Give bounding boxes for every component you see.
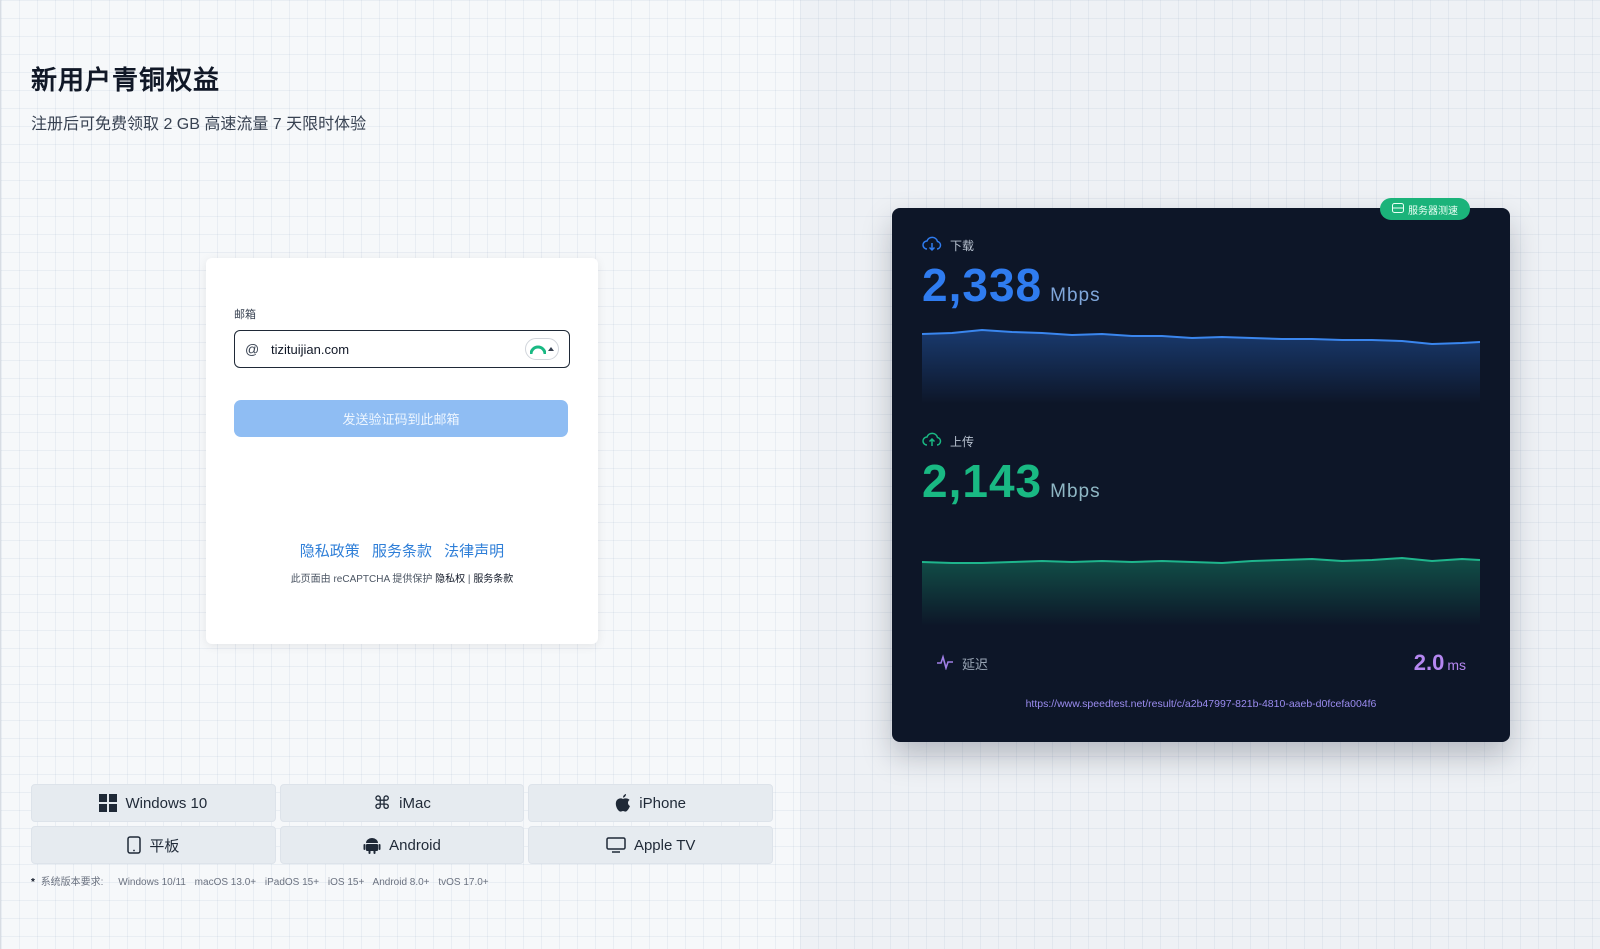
promo-subtitle: 注册后可免费领取 2 GB 高速流量 7 天限时体验 (31, 116, 367, 133)
email-field[interactable]: @ (234, 330, 570, 368)
left-panel: 新用户青铜权益 注册后可免费领取 2 GB 高速流量 7 天限时体验 邮箱 @ … (0, 0, 800, 949)
download-value: 2,338 (922, 259, 1043, 311)
recaptcha-terms-link[interactable]: 服务条款 (473, 574, 513, 585)
system-requirements: * 系统版本要求: Windows 10/11 macOS 13.0+ iPad… (31, 873, 495, 888)
upload-graph-area (922, 558, 1480, 626)
download-unit: Mbps (1050, 285, 1101, 306)
pulse-icon (936, 654, 954, 673)
download-label-row: 下载 (922, 236, 974, 255)
platform-grid: Windows 10 ⌘ iMac iPhone 平板 Android Appl… (31, 784, 773, 864)
recaptcha-notice: 此页面由 reCAPTCHA 提供保护 隐私权 | 服务条款 (206, 570, 598, 585)
apple-icon (615, 794, 631, 812)
platform-label: iMac (399, 794, 431, 812)
platform-iphone-button[interactable]: iPhone (528, 784, 773, 822)
speedtest-card: 服务器测速 下载 2,338 Mbps 上传 2,143 Mbps 延迟 2.0… (892, 198, 1510, 742)
download-label: 下载 (950, 239, 975, 253)
legal-links: 隐私政策 服务条款 法律声明 (206, 540, 598, 561)
speedtest-result-link[interactable]: https://www.speedtest.net/result/c/a2b47… (892, 698, 1510, 710)
badge-label: 服务器测速 (1408, 205, 1458, 217)
password-manager-icon[interactable] (525, 338, 559, 360)
email-input[interactable] (271, 341, 525, 357)
platform-label: Apple TV (633, 836, 696, 854)
requirement-item: Android 8.0+ (372, 877, 430, 888)
asterisk-icon: * (31, 877, 35, 888)
download-graph (922, 328, 1480, 404)
latency-unit: ms (1447, 657, 1466, 673)
recaptcha-separator: | (467, 574, 471, 585)
requirement-item: tvOS 17.0+ (438, 877, 489, 888)
platform-label: iPhone (639, 794, 687, 812)
requirements-label: 系统版本要求: (40, 877, 104, 888)
windows-icon (99, 794, 118, 812)
login-card: 邮箱 @ 发送验证码到此邮箱 隐私政策 服务条款 法律声明 此页面由 reCAP… (206, 258, 598, 644)
promo-title: 新用户青铜权益 (31, 65, 221, 95)
upload-speed: 2,143 Mbps (922, 454, 1101, 508)
recaptcha-privacy-link[interactable]: 隐私权 (435, 574, 465, 585)
upload-unit: Mbps (1050, 481, 1101, 502)
android-icon (363, 836, 381, 854)
latency-label-row: 延迟 (936, 654, 988, 673)
terms-of-service-link[interactable]: 服务条款 (372, 543, 432, 560)
platform-appletv-button[interactable]: Apple TV (528, 826, 773, 864)
server-icon (1392, 202, 1404, 216)
platform-windows-button[interactable]: Windows 10 (31, 784, 276, 822)
platform-imac-button[interactable]: ⌘ iMac (279, 784, 525, 822)
cloud-upload-icon (922, 432, 942, 451)
upload-graph (922, 556, 1480, 626)
platform-android-button[interactable]: Android (279, 826, 525, 864)
at-sign-icon: @ (245, 341, 260, 357)
send-code-button[interactable]: 发送验证码到此邮箱 (234, 400, 568, 437)
platform-label: Android (389, 836, 441, 854)
email-label: 邮箱 (234, 309, 256, 321)
recaptcha-text: 此页面由 reCAPTCHA 提供保护 (290, 574, 433, 585)
requirement-item: iOS 15+ (327, 877, 365, 888)
platform-label: 平板 (149, 837, 180, 855)
requirement-item: macOS 13.0+ (194, 877, 257, 888)
upload-label: 上传 (950, 435, 975, 449)
latency-value-row: 2.0 ms (1414, 650, 1466, 676)
latency-value: 2.0 (1413, 650, 1445, 675)
cloud-download-icon (922, 236, 942, 255)
requirement-item: Windows 10/11 (118, 877, 186, 888)
tv-icon (606, 837, 626, 853)
download-speed: 2,338 Mbps (922, 258, 1101, 312)
command-icon: ⌘ (373, 792, 392, 813)
server-test-badge[interactable]: 服务器测速 (1380, 198, 1470, 220)
platform-tablet-button[interactable]: 平板 (31, 826, 276, 864)
requirement-item: iPadOS 15+ (264, 877, 320, 888)
latency-label: 延迟 (962, 657, 989, 672)
platform-label: Windows 10 (125, 794, 208, 812)
upload-label-row: 上传 (922, 432, 974, 451)
privacy-policy-link[interactable]: 隐私政策 (300, 543, 360, 560)
tablet-icon (127, 836, 142, 854)
legal-notice-link[interactable]: 法律声明 (444, 543, 504, 560)
upload-value: 2,143 (922, 455, 1043, 507)
